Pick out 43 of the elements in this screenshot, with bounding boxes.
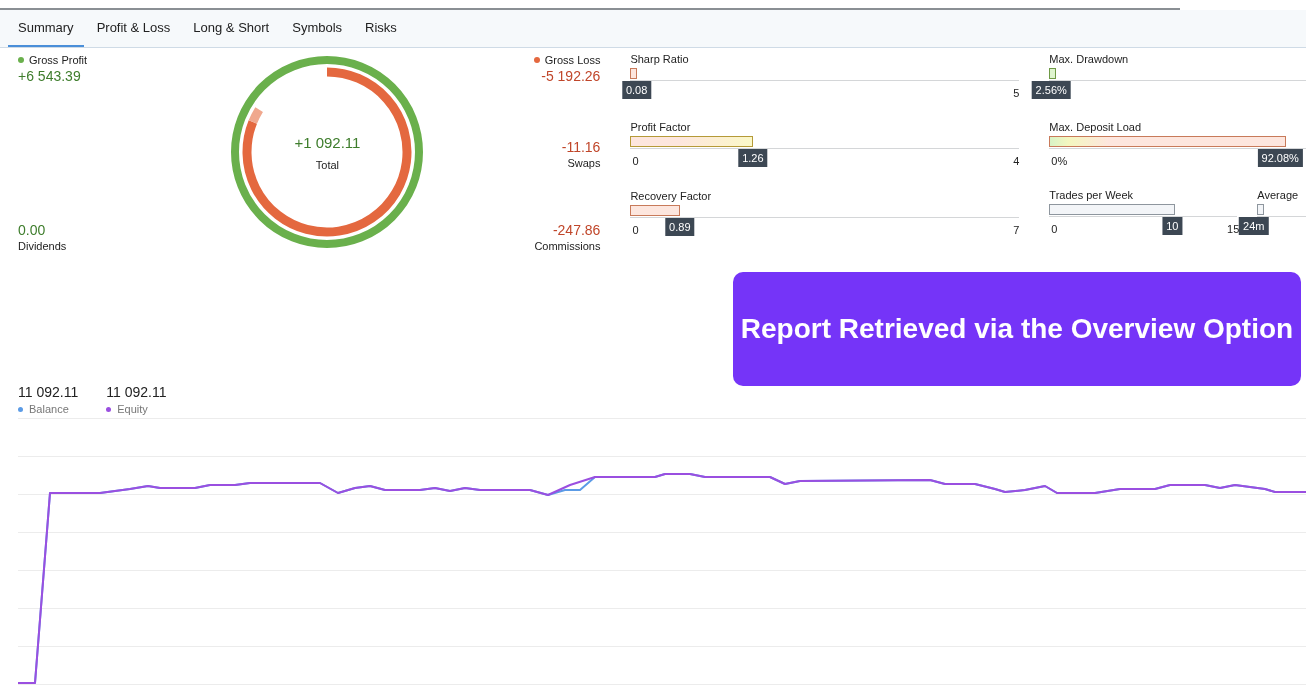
tab[interactable]: Summary bbox=[8, 10, 84, 47]
metric-label: Commissions bbox=[534, 240, 601, 252]
metric-value: -247.86 bbox=[552, 222, 601, 238]
total-value: +1 092.11 bbox=[294, 134, 361, 151]
metric-value: -5 192.26 bbox=[541, 68, 601, 84]
scale-max: 15 bbox=[1227, 223, 1240, 235]
metric-label: Dividends bbox=[18, 240, 68, 252]
scale-max: 4 bbox=[1013, 155, 1020, 168]
scale-min: 0% bbox=[1051, 155, 1068, 167]
tab[interactable]: Profit & Loss bbox=[86, 10, 181, 47]
value-tooltip: 0.08 bbox=[621, 81, 652, 99]
gauge-label: Average bbox=[1257, 189, 1300, 203]
metric-value: 0.00 bbox=[18, 222, 47, 238]
metric-value: +6 543.39 bbox=[18, 68, 82, 84]
value-tooltip: 24m bbox=[1239, 217, 1269, 235]
scale-min: 0 bbox=[1051, 223, 1058, 235]
value-tooltip: 92.08% bbox=[1257, 149, 1303, 167]
value-tooltip: 2.56% bbox=[1031, 81, 1071, 99]
series-name: Equity bbox=[117, 403, 148, 415]
caption-text: Report Retrieved via the Overview Option bbox=[740, 313, 1294, 345]
value-tooltip: 1.26 bbox=[738, 149, 768, 168]
scale-min: 0 bbox=[632, 223, 639, 236]
metric-label: Gross Loss bbox=[544, 54, 601, 66]
series-name: Balance bbox=[29, 403, 69, 415]
metric-value: -11.16 bbox=[561, 139, 601, 155]
gauge-label: Max. Drawdown bbox=[1049, 53, 1130, 67]
gauge-label: Recovery Factor bbox=[630, 189, 713, 204]
gauge-label: Sharp Ratio bbox=[630, 53, 690, 67]
tab[interactable]: Long & Short bbox=[183, 10, 280, 47]
gauge-label: Trades per Week bbox=[1049, 189, 1135, 203]
series-value: 11 092.11 bbox=[106, 384, 167, 400]
tab[interactable]: Risks bbox=[355, 10, 407, 47]
value-tooltip: 10 bbox=[1162, 217, 1183, 235]
gauge-label: Max. Deposit Load bbox=[1049, 121, 1143, 135]
total-label: Total bbox=[315, 159, 340, 171]
metric-label: Gross Profit bbox=[29, 54, 88, 66]
gauge-label: Profit Factor bbox=[630, 121, 692, 136]
scale-min: 0 bbox=[632, 155, 639, 168]
scale-max: 5 bbox=[1013, 87, 1020, 99]
series-value: 11 092.11 bbox=[18, 384, 79, 400]
tab[interactable]: Symbols bbox=[282, 10, 353, 47]
scale-max: 7 bbox=[1013, 223, 1020, 236]
metric-label: Swaps bbox=[567, 157, 601, 169]
